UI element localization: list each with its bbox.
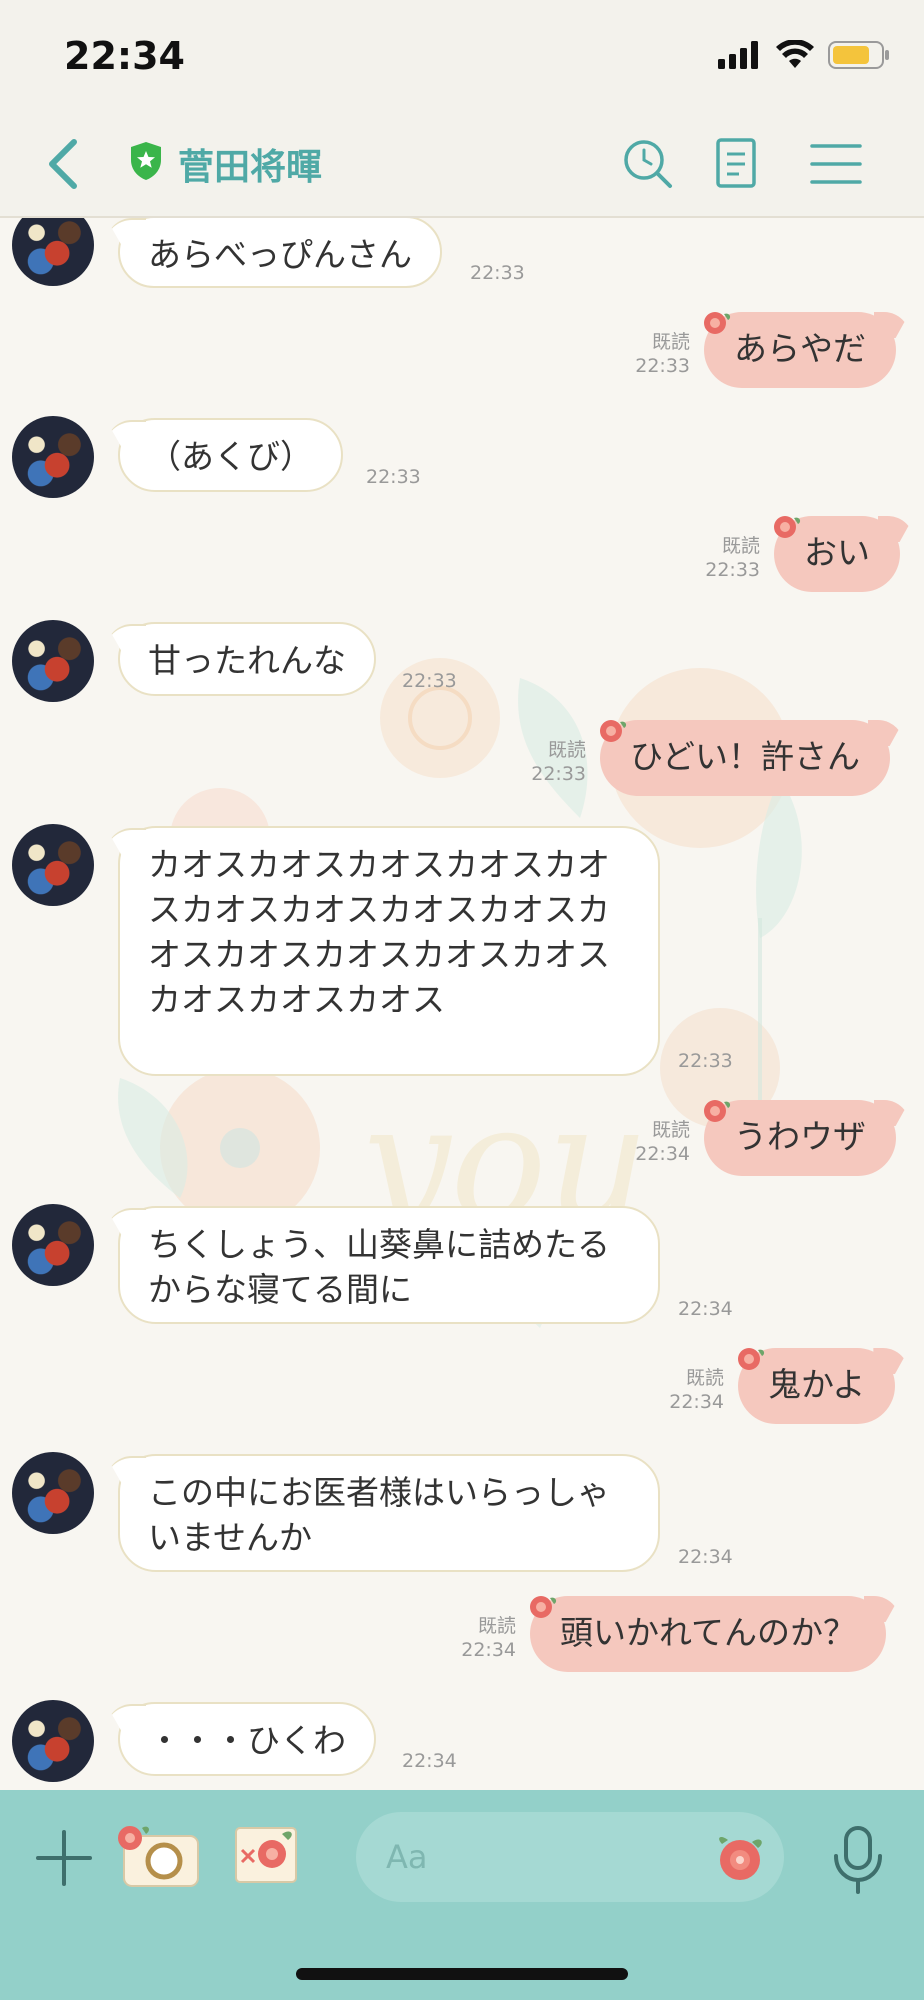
message-time: 22:33 <box>366 466 421 488</box>
message-time: 22:34 <box>678 1546 733 1568</box>
outgoing-message-bubble[interactable]: ひどい！許さん <box>600 720 891 796</box>
message-time: 22:33 <box>470 262 525 284</box>
message-time: 22:34 <box>669 1391 724 1413</box>
message-time: 22:34 <box>678 1298 733 1320</box>
message-line: カオスカオスカオスカオスカオ <box>148 845 610 884</box>
status-icons <box>718 40 890 70</box>
contact-avatar[interactable] <box>12 416 94 498</box>
microphone-icon[interactable] <box>830 1824 886 1894</box>
read-receipt: 既読 <box>547 739 586 761</box>
flower-decoration-icon <box>704 1100 731 1122</box>
image-icon[interactable] <box>232 1820 300 1886</box>
message-text: 鬼かよ <box>768 1365 866 1404</box>
message-text: おい <box>804 533 870 572</box>
message-text: うわウザ <box>734 1117 866 1156</box>
message-text: あらやだ <box>734 329 866 368</box>
message-status: 既読 22:34 <box>654 1366 724 1414</box>
outgoing-message-bubble[interactable]: あらやだ <box>704 312 896 388</box>
flower-decoration-icon <box>774 516 801 538</box>
incoming-message-bubble[interactable]: ちくしょう、山葵鼻に詰めたる からな寝てる間に <box>118 1206 660 1324</box>
flower-decoration-icon <box>704 312 731 334</box>
message-line: この中にお医者様はいらっしゃ <box>148 1473 610 1512</box>
message-text: （あくび） <box>148 437 313 476</box>
outgoing-message-bubble[interactable]: 鬼かよ <box>738 1348 896 1424</box>
plus-icon[interactable] <box>36 1830 92 1886</box>
read-receipt: 既読 <box>651 331 690 353</box>
message-time: 22:34 <box>635 1143 690 1165</box>
notes-icon[interactable] <box>708 136 764 192</box>
read-receipt: 既読 <box>721 535 760 557</box>
outgoing-message-bubble[interactable]: 頭いかれてんのか？ <box>530 1596 887 1672</box>
incoming-message-bubble[interactable]: カオスカオスカオスカオスカオ スカオスカオスカオスカオスカ オスカオスカオスカオ… <box>118 826 660 1076</box>
contact-avatar[interactable] <box>12 1700 94 1782</box>
outgoing-message-bubble[interactable]: うわウザ <box>704 1100 896 1176</box>
message-status: 既読 22:33 <box>620 330 690 378</box>
flower-decoration-icon <box>738 1348 765 1370</box>
message-time: 22:33 <box>531 763 586 785</box>
signal-icon <box>718 41 758 69</box>
message-text: あらべっぴんさん <box>148 235 412 274</box>
message-text: ひどい！許さん <box>630 737 861 776</box>
sticker-icon[interactable] <box>712 1830 768 1886</box>
message-text: 甘ったれんな <box>148 641 346 680</box>
home-indicator[interactable] <box>296 1968 628 1980</box>
incoming-message-bubble[interactable]: （あくび） <box>118 418 343 492</box>
back-button[interactable] <box>40 134 90 194</box>
contact-avatar[interactable] <box>12 824 94 906</box>
message-line: スカオスカオスカオスカオスカ <box>148 890 610 929</box>
message-line: ちくしょう、山葵鼻に詰めたる <box>148 1225 610 1264</box>
menu-icon[interactable] <box>808 136 864 192</box>
message-line: からな寝てる間に <box>148 1270 412 1309</box>
message-time: 22:33 <box>635 355 690 377</box>
chat-header: 菅田将暉 <box>0 110 924 218</box>
message-status: 既読 22:34 <box>446 1614 516 1662</box>
read-receipt: 既読 <box>685 1367 724 1389</box>
verified-shield-icon <box>131 142 161 180</box>
chat-area[interactable]: you あらべっぴんさん 22:33 既読 22:33 あらやだ （あくび） 2… <box>0 218 924 1790</box>
message-time: 22:34 <box>461 1639 516 1661</box>
message-status: 既読 22:33 <box>690 534 760 582</box>
message-status: 既読 22:34 <box>620 1118 690 1166</box>
message-time: 22:33 <box>678 1050 733 1072</box>
message-line: カオスカオスカオス <box>148 980 445 1019</box>
read-receipt: 既読 <box>477 1615 516 1637</box>
message-text: ・・・ひくわ <box>148 1721 346 1760</box>
incoming-message-bubble[interactable]: 甘ったれんな <box>118 622 376 696</box>
contact-avatar[interactable] <box>12 1452 94 1534</box>
contact-avatar[interactable] <box>12 1204 94 1286</box>
incoming-message-bubble[interactable]: この中にお医者様はいらっしゃ いませんか <box>118 1454 660 1572</box>
flower-decoration-icon <box>600 720 627 742</box>
status-bar: 22:34 <box>0 0 924 110</box>
message-time: 22:33 <box>402 670 457 692</box>
message-text: 頭いかれてんのか？ <box>560 1613 857 1652</box>
message-status: 既読 22:33 <box>516 738 586 786</box>
battery-icon <box>828 41 889 69</box>
status-time: 22:34 <box>64 34 185 78</box>
message-line: いませんか <box>148 1518 313 1557</box>
message-time: 22:34 <box>402 1750 457 1772</box>
flower-decoration-icon <box>530 1596 557 1618</box>
outgoing-message-bubble[interactable]: おい <box>774 516 900 592</box>
contact-avatar[interactable] <box>12 620 94 702</box>
incoming-message-bubble[interactable]: あらべっぴんさん <box>118 218 442 288</box>
message-line: オスカオスカオスカオスカオス <box>148 935 610 974</box>
read-receipt: 既読 <box>651 1119 690 1141</box>
message-time: 22:33 <box>705 559 760 581</box>
incoming-message-bubble[interactable]: ・・・ひくわ <box>118 1702 376 1776</box>
search-icon[interactable] <box>620 136 676 192</box>
camera-icon[interactable] <box>116 1820 202 1890</box>
wifi-icon <box>776 40 814 68</box>
contact-name[interactable]: 菅田将暉 <box>178 138 322 190</box>
